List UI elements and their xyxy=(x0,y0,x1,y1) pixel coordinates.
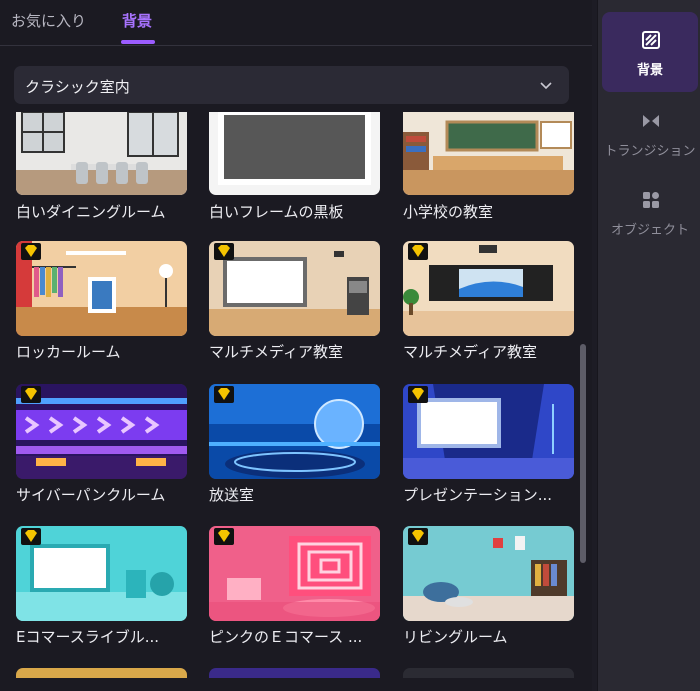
thumbnail-living-room xyxy=(403,526,574,621)
transition-icon xyxy=(643,115,659,127)
premium-gem-icon xyxy=(408,386,428,403)
background-card-title: Eコマースライブル... xyxy=(16,628,160,646)
premium-gem-icon xyxy=(214,243,234,260)
tab-background[interactable]: 背景 xyxy=(122,10,152,31)
background-icon xyxy=(642,31,660,49)
premium-gem-icon xyxy=(21,386,41,403)
background-card-title: マルチメディア教室 xyxy=(403,343,537,361)
sidebar-item-label: 背景 xyxy=(636,63,663,78)
background-card-title: 白いフレームの黒板 xyxy=(209,203,344,221)
premium-gem-icon xyxy=(408,243,428,260)
thumbnail-presentation xyxy=(403,384,574,479)
category-dropdown[interactable]: クラシック室内 xyxy=(14,66,569,104)
background-card-title: ピンクのＥコマース ... xyxy=(209,628,363,646)
background-card-partial[interactable] xyxy=(16,668,187,678)
sidebar-item-label: オブジェクト xyxy=(610,223,689,238)
thumbnail-multimedia-2 xyxy=(403,241,574,336)
background-card-title: 小学校の教室 xyxy=(403,203,494,221)
chevron-down-icon xyxy=(540,82,552,90)
category-dropdown-label: クラシック室内 xyxy=(25,78,130,96)
sidebar-item-object[interactable]: オブジェクト xyxy=(602,172,698,252)
thumbnail-cyberpunk xyxy=(16,384,187,479)
thumbnail-ecommerce-live xyxy=(16,526,187,621)
background-panel: お気に入り 背景 クラシック室内 白いダイニングルーム 白いフレームの黒板 小学… xyxy=(0,0,592,691)
thumbnail-classroom xyxy=(403,112,574,195)
premium-gem-icon xyxy=(21,243,41,260)
premium-gem-icon xyxy=(214,386,234,403)
thumbnail-locker-room xyxy=(16,241,187,336)
sidebar-item-label: トランジション xyxy=(604,144,696,159)
background-card-title: 白いダイニングルーム xyxy=(16,203,166,221)
object-icon xyxy=(643,192,659,208)
background-card-title: サイバーパンクルーム xyxy=(16,486,166,504)
background-card-title: ロッカールーム xyxy=(16,343,121,361)
background-card-title: リビングルーム xyxy=(403,628,508,646)
background-grid: 白いダイニングルーム 白いフレームの黒板 小学校の教室 ロッカールーム マルチメ… xyxy=(0,112,580,691)
tab-favorites[interactable]: お気に入り xyxy=(11,10,86,31)
thumbnail-pink-ecommerce xyxy=(209,526,380,621)
background-card-partial[interactable] xyxy=(209,668,380,678)
tool-sidebar: 背景 トランジション オブジェクト xyxy=(597,0,700,691)
premium-gem-icon xyxy=(408,528,428,545)
panel-tabs: お気に入り 背景 xyxy=(0,0,592,46)
thumbnail-white-dining xyxy=(16,112,187,195)
background-card-title: 放送室 xyxy=(209,486,255,504)
premium-gem-icon xyxy=(214,528,234,545)
thumbnail-multimedia-1 xyxy=(209,241,380,336)
background-card-title: プレゼンテーション... xyxy=(403,486,553,504)
scrollbar-thumb[interactable] xyxy=(580,344,586,563)
thumbnail-broadcast xyxy=(209,384,380,479)
background-card-partial[interactable] xyxy=(403,668,574,678)
background-card-title: マルチメディア教室 xyxy=(209,343,343,361)
sidebar-item-background[interactable]: 背景 xyxy=(602,12,698,92)
active-tab-indicator xyxy=(121,40,155,44)
sidebar-item-transition[interactable]: トランジション xyxy=(602,93,698,173)
premium-gem-icon xyxy=(21,528,41,545)
app-window: お気に入り 背景 クラシック室内 白いダイニングルーム 白いフレームの黒板 小学… xyxy=(0,0,700,691)
thumbnail-blackboard xyxy=(209,112,380,195)
